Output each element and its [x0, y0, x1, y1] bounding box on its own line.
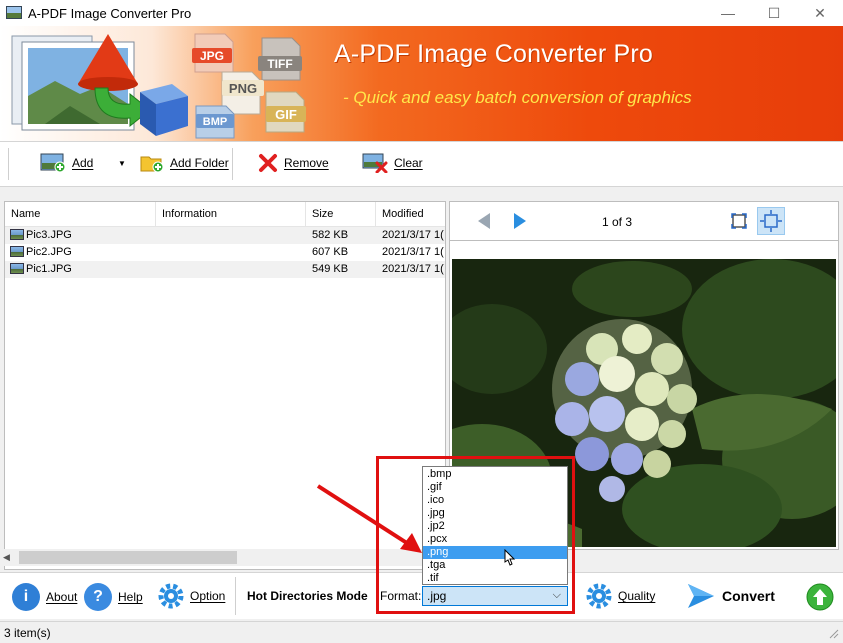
scrollbar-thumb[interactable] [19, 551, 237, 564]
minimize-button[interactable]: — [705, 0, 751, 26]
bottom-separator [235, 577, 236, 615]
quality-button[interactable]: Quality [586, 583, 655, 609]
quality-label: Quality [618, 589, 656, 603]
status-bar: 3 item(s) [0, 621, 843, 643]
svg-text:JPG: JPG [200, 49, 224, 63]
remove-label: Remove [284, 156, 329, 170]
table-row[interactable]: Pic3.JPG 582 KB 2021/3/17 1( [5, 227, 445, 244]
help-label: Help [118, 590, 143, 604]
about-label: About [46, 590, 78, 604]
add-button[interactable]: Add [40, 152, 93, 174]
jpg-file-icon: JPG [192, 33, 234, 73]
file-size: 549 KB [312, 263, 349, 275]
add-folder-button[interactable]: Add Folder [140, 152, 229, 174]
toolbar-separator [232, 148, 233, 180]
svg-text:PNG: PNG [229, 81, 257, 96]
app-icon [6, 6, 22, 19]
go-button[interactable] [806, 583, 834, 614]
file-modified: 2021/3/17 1( [382, 246, 444, 258]
convert-button[interactable]: Convert [686, 582, 775, 610]
add-image-icon [40, 153, 66, 173]
up-arrow-icon [806, 583, 834, 611]
resize-grip-icon[interactable] [829, 628, 839, 639]
clear-icon [362, 153, 388, 173]
file-size: 607 KB [312, 246, 349, 258]
file-list-header: Name Information Size Modified [5, 202, 445, 227]
file-size: 582 KB [312, 229, 349, 241]
fit-to-window-icon[interactable] [731, 213, 747, 232]
option-label: Option [190, 589, 226, 603]
file-information [162, 261, 302, 278]
banner-artwork: JPG TIFF PNG BMP GIF [11, 33, 306, 139]
file-name: Pic1.JPG [26, 263, 72, 275]
window-title: A-PDF Image Converter Pro [28, 6, 192, 21]
toolbar-grip [8, 148, 9, 180]
remove-button[interactable]: Remove [258, 152, 329, 174]
hot-directories-mode-button[interactable]: Hot Directories Mode [247, 589, 368, 603]
page-indicator: 1 of 3 [602, 215, 633, 229]
banner-title: A-PDF Image Converter Pro [334, 40, 653, 68]
about-button[interactable]: i About [12, 583, 77, 611]
preview-navigation-bar: 1 of 3 [450, 202, 838, 241]
file-modified: 2021/3/17 1( [382, 229, 444, 241]
toolbar: Add ▼ Add Folder Remove Clear [0, 141, 843, 187]
convert-arrow-icon [688, 584, 714, 608]
file-information [162, 227, 302, 244]
file-modified: 2021/3/17 1( [382, 263, 444, 275]
file-name: Pic3.JPG [26, 229, 72, 241]
column-header-size[interactable]: Size [306, 202, 376, 226]
table-row[interactable]: Pic2.JPG 607 KB 2021/3/17 1( [5, 244, 445, 261]
clear-label: Clear [394, 156, 423, 170]
image-file-icon [10, 246, 24, 257]
actual-size-icon [760, 210, 782, 232]
svg-text:GIF: GIF [275, 107, 297, 122]
scroll-left-icon[interactable]: ◀ [3, 552, 10, 563]
close-button[interactable]: ✕ [797, 0, 843, 26]
convert-label: Convert [722, 588, 775, 604]
quality-gear-icon [586, 583, 612, 609]
title-bar: A-PDF Image Converter Pro — ☐ ✕ [0, 0, 843, 26]
help-button[interactable]: ? Help [84, 583, 143, 611]
table-row[interactable]: Pic1.JPG 549 KB 2021/3/17 1( [5, 261, 445, 278]
header-banner: JPG TIFF PNG BMP GIF A-PDF Image Convert… [0, 26, 843, 141]
tiff-file-icon: TIFF [258, 37, 302, 81]
svg-text:TIFF: TIFF [267, 57, 292, 71]
svg-text:BMP: BMP [203, 116, 227, 128]
clear-button[interactable]: Clear [362, 152, 423, 174]
column-header-name[interactable]: Name [5, 202, 156, 226]
info-icon: i [12, 583, 40, 611]
add-button-label: Add [72, 156, 94, 170]
image-file-icon [10, 229, 24, 240]
column-header-information[interactable]: Information [156, 202, 306, 226]
actual-size-button[interactable] [757, 207, 785, 235]
add-dropdown-button[interactable]: ▼ [118, 152, 126, 174]
maximize-button[interactable]: ☐ [751, 0, 797, 26]
file-name: Pic2.JPG [26, 246, 72, 258]
gif-file-icon: GIF [265, 91, 306, 133]
item-count: 3 item(s) [4, 626, 51, 640]
column-header-modified[interactable]: Modified [376, 202, 445, 226]
bmp-file-icon: BMP [195, 105, 235, 139]
file-information [162, 244, 302, 261]
gear-icon [158, 583, 184, 609]
horizontal-scrollbar[interactable]: ◀ ▶ [1, 549, 441, 566]
previous-image-icon[interactable] [478, 213, 490, 232]
annotation-highlight-box [376, 456, 575, 614]
next-image-icon[interactable] [514, 213, 526, 232]
dropdown-arrow-icon: ▼ [118, 158, 126, 168]
help-icon: ? [84, 583, 112, 611]
image-file-icon [10, 263, 24, 274]
add-folder-icon [140, 156, 164, 173]
banner-tagline: - Quick and easy batch conversion of gra… [343, 88, 692, 107]
add-folder-label: Add Folder [170, 156, 229, 170]
remove-icon [259, 154, 277, 172]
option-button[interactable]: Option [158, 583, 225, 609]
